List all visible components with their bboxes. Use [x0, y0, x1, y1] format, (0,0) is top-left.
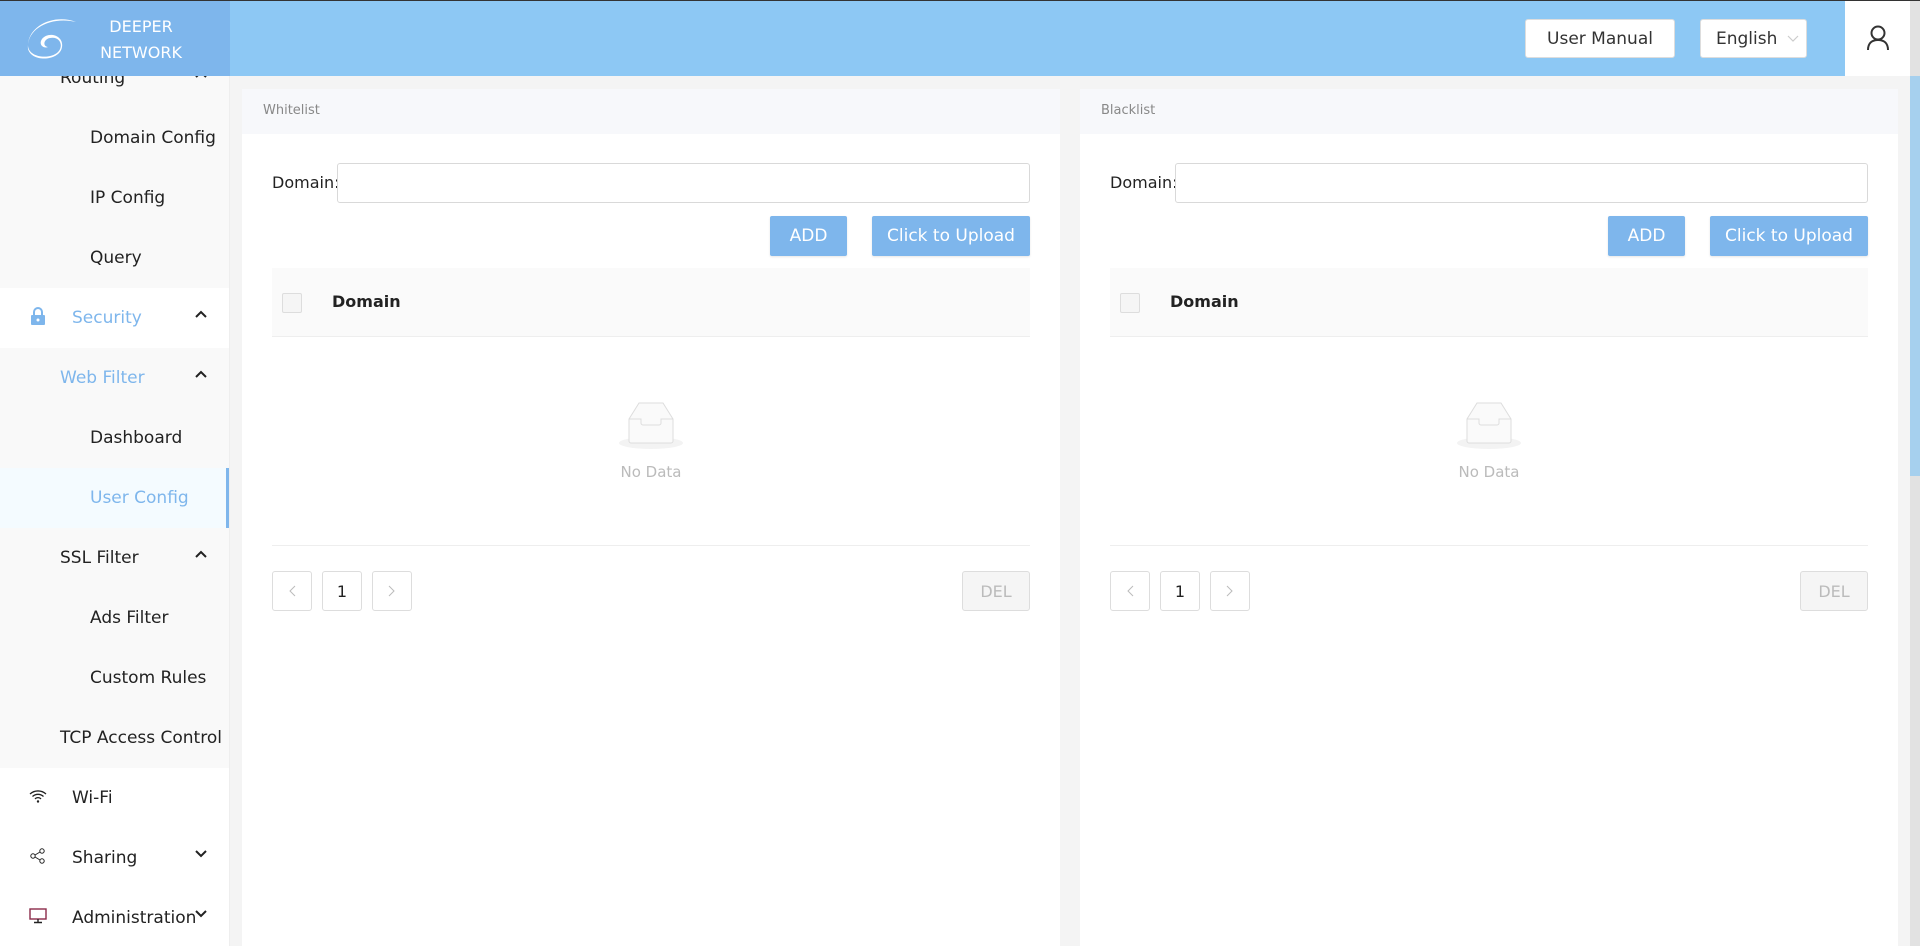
sidebar-item-security[interactable]: Security [0, 288, 229, 348]
panel-title: Blacklist [1080, 89, 1898, 134]
user-manual-button[interactable]: User Manual [1525, 19, 1675, 58]
next-page-button[interactable] [1210, 571, 1250, 611]
upload-button[interactable]: Click to Upload [872, 216, 1030, 256]
empty-state: No Data [272, 399, 1030, 481]
sidebar-menu: Routing Domain Config IP Config Query Securi… [0, 48, 229, 946]
header: DEEPER NETWORK User Manual English [0, 0, 1910, 76]
sidebar-item-label: Ads Filter [90, 608, 169, 628]
page-1-button[interactable]: 1 [322, 571, 362, 611]
upload-button[interactable]: Click to Upload [1710, 216, 1868, 256]
domain-label: Domain: [272, 173, 340, 192]
sidebar: Routing Domain Config IP Config Query Securi… [0, 0, 230, 946]
lock-icon [28, 306, 48, 330]
chevron-up-icon [195, 370, 207, 378]
sidebar-item-label: Custom Rules [90, 668, 207, 688]
domain-input[interactable] [337, 163, 1030, 203]
user-icon [1866, 25, 1889, 51]
sidebar-item-label: Wi-Fi [72, 788, 113, 808]
logo-text: DEEPER [109, 17, 173, 36]
chevron-left-icon [1127, 585, 1134, 597]
prev-page-button[interactable] [1110, 571, 1150, 611]
domain-input[interactable] [1175, 163, 1868, 203]
whitelist-panel: Whitelist Domain: ADD Click to Upload Do… [242, 89, 1060, 946]
sidebar-item-administration[interactable]: Administration [0, 888, 229, 946]
sidebar-item-web-filter[interactable]: Web Filter [0, 348, 229, 408]
sidebar-item-dashboard[interactable]: Dashboard [0, 408, 229, 468]
sidebar-item-user-config[interactable]: User Config [0, 468, 229, 528]
sidebar-item-label: Domain Config [90, 128, 216, 148]
no-data-text: No Data [1458, 463, 1520, 481]
sidebar-item-label: TCP Access Control [60, 728, 222, 748]
empty-inbox-icon [1457, 402, 1521, 449]
sidebar-item-ssl-filter[interactable]: SSL Filter [0, 528, 229, 588]
chevron-down-icon [195, 910, 207, 918]
sidebar-item-tcp-access-control[interactable]: TCP Access Control [0, 708, 229, 768]
sidebar-item-label: IP Config [90, 188, 166, 208]
sidebar-item-label: Dashboard [90, 428, 183, 448]
chevron-right-icon [1226, 585, 1233, 597]
user-avatar-button[interactable] [1845, 0, 1910, 76]
sidebar-item-label: Query [90, 248, 142, 268]
sidebar-item-label: User Config [90, 488, 189, 508]
select-all-checkbox[interactable] [1120, 293, 1140, 313]
sidebar-item-ip-config[interactable]: IP Config [0, 168, 229, 228]
empty-inbox-icon [619, 402, 683, 449]
chevron-down-icon [195, 850, 207, 858]
sidebar-item-sharing[interactable]: Sharing [0, 828, 229, 888]
blacklist-panel: Blacklist Domain: ADD Click to Upload Do… [1080, 89, 1898, 946]
sidebar-item-label: Security [72, 308, 142, 328]
chevron-down-icon [1787, 35, 1799, 42]
chevron-right-icon [388, 585, 395, 597]
logo[interactable]: DEEPER NETWORK [0, 0, 230, 76]
column-header-domain: Domain [1170, 292, 1239, 311]
sidebar-item-wi-fi[interactable]: Wi-Fi [0, 768, 229, 828]
window-edge [0, 0, 1920, 1]
page-1-button[interactable]: 1 [1160, 571, 1200, 611]
monitor-icon [28, 907, 48, 929]
delete-button[interactable]: DEL [1800, 571, 1868, 611]
add-button[interactable]: ADD [1608, 216, 1685, 256]
chevron-up-icon [195, 550, 207, 558]
logo-text: NETWORK [100, 43, 182, 62]
language-select[interactable]: English [1700, 19, 1807, 58]
sidebar-item-custom-rules[interactable]: Custom Rules [0, 648, 229, 708]
next-page-button[interactable] [372, 571, 412, 611]
table-header: Domain [272, 268, 1030, 337]
sidebar-item-ads-filter[interactable]: Ads Filter [0, 588, 229, 648]
sidebar-item-label: Sharing [72, 848, 138, 868]
panel-title: Whitelist [242, 89, 1060, 134]
divider [272, 545, 1030, 546]
sidebar-item-label: Web Filter [60, 368, 145, 388]
delete-button[interactable]: DEL [962, 571, 1030, 611]
share-icon [28, 847, 48, 869]
language-value: English [1716, 28, 1778, 49]
wifi-icon [28, 788, 48, 808]
sidebar-item-label: Administration [72, 908, 197, 928]
domain-label: Domain: [1110, 173, 1178, 192]
no-data-text: No Data [620, 463, 682, 481]
scrollbar[interactable] [1910, 0, 1920, 946]
column-header-domain: Domain [332, 292, 401, 311]
sidebar-item-domain-config[interactable]: Domain Config [0, 108, 229, 168]
chevron-left-icon [289, 585, 296, 597]
select-all-checkbox[interactable] [282, 293, 302, 313]
scroll-background [1910, 76, 1920, 476]
deeper-logo-icon [27, 19, 76, 59]
prev-page-button[interactable] [272, 571, 312, 611]
table-header: Domain [1110, 268, 1868, 337]
add-button[interactable]: ADD [770, 216, 847, 256]
sidebar-item-label: SSL Filter [60, 548, 139, 568]
chevron-up-icon [195, 310, 207, 318]
divider [1110, 545, 1868, 546]
empty-state: No Data [1110, 399, 1868, 481]
sidebar-item-query[interactable]: Query [0, 228, 229, 288]
